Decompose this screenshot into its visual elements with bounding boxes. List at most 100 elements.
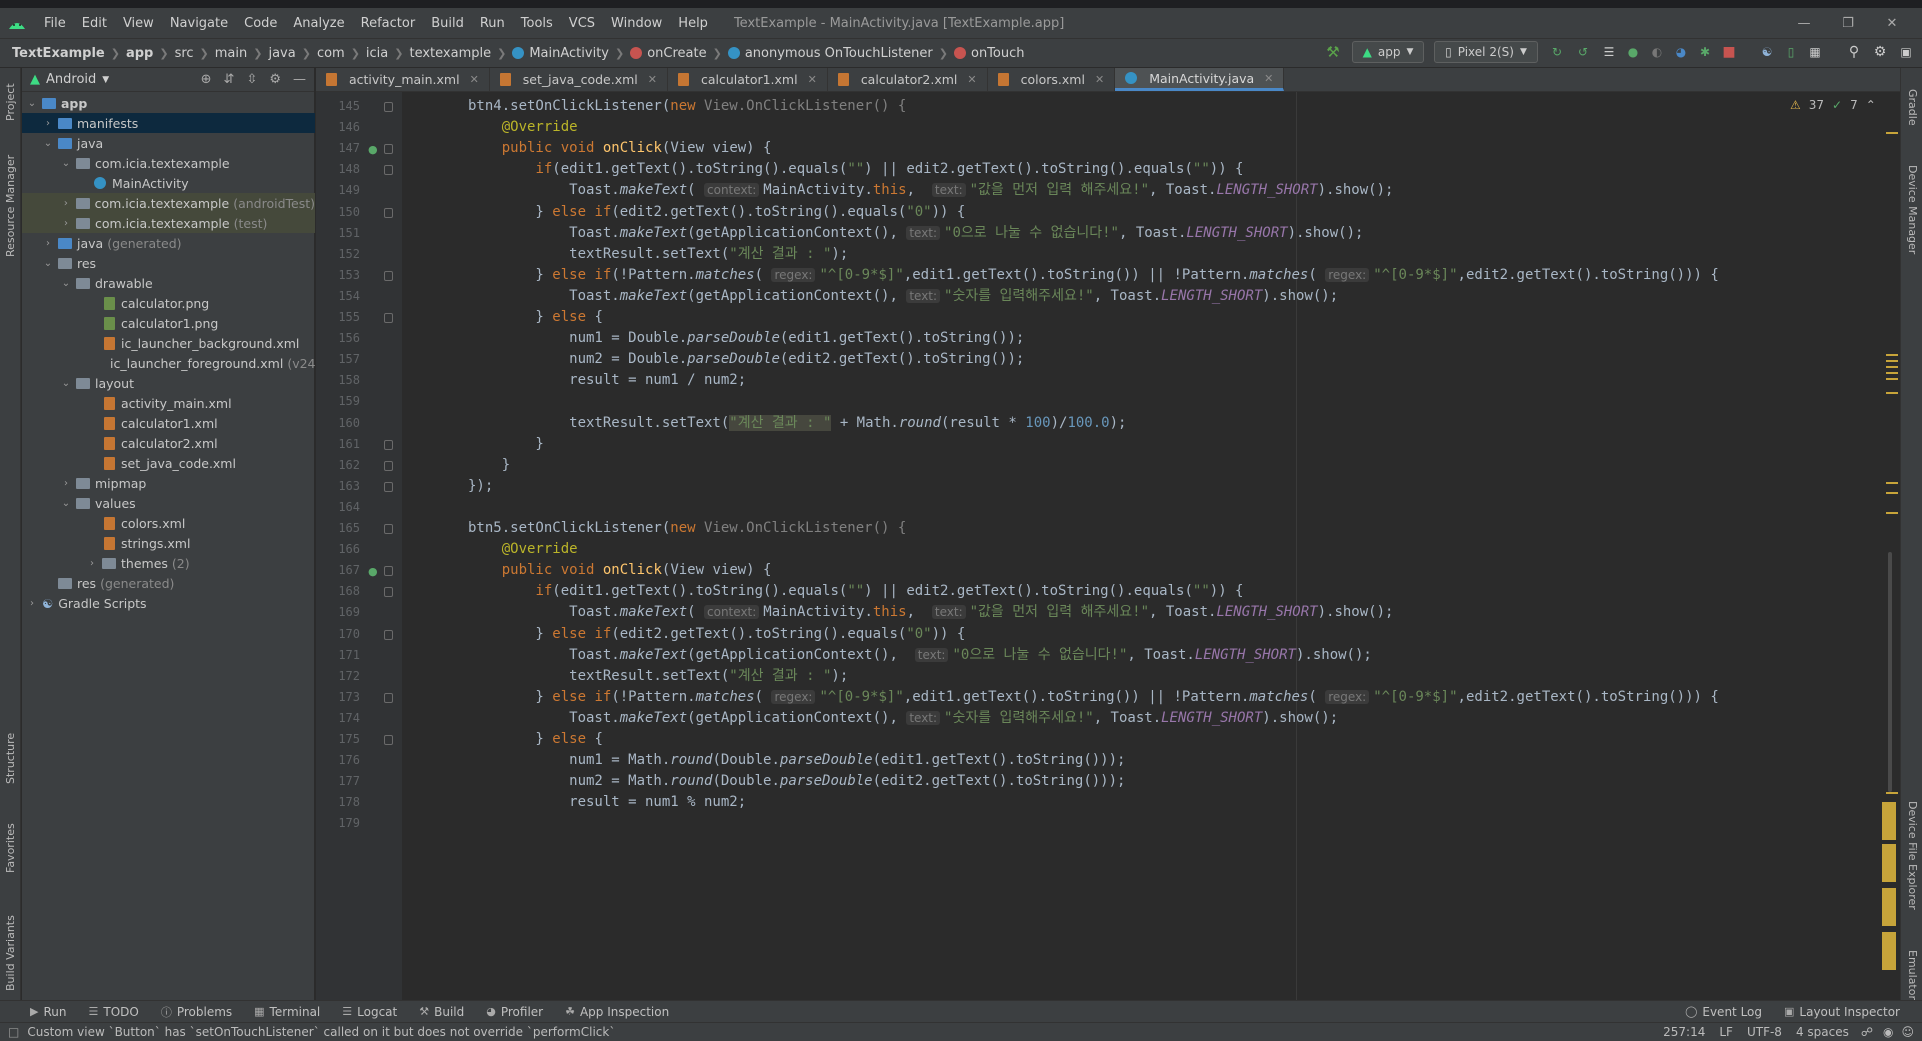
- tool-window-favorites[interactable]: Favorites: [0, 808, 21, 888]
- line-number[interactable]: 167: [316, 563, 360, 577]
- tree-item-calculator1-png[interactable]: calculator1.png: [22, 313, 315, 333]
- locate-file-icon[interactable]: ⊕: [201, 72, 212, 87]
- menu-help[interactable]: Help: [670, 16, 716, 31]
- tool-profiler[interactable]: ◕ Profiler: [486, 1005, 543, 1019]
- line-number[interactable]: 172: [316, 669, 360, 683]
- line-number[interactable]: 165: [316, 521, 360, 535]
- line-number[interactable]: 173: [316, 690, 360, 704]
- code-line[interactable]: } else if(!Pattern.matches( regex: "^[0-9…: [468, 265, 1718, 286]
- tool-logcat[interactable]: ☰ Logcat: [342, 1005, 397, 1019]
- tree-item-mipmap[interactable]: › mipmap: [22, 473, 315, 493]
- line-number[interactable]: 169: [316, 605, 360, 619]
- menu-window[interactable]: Window: [603, 16, 670, 31]
- fold-marker-icon[interactable]: [384, 629, 393, 640]
- breadcrumb-mainactivity[interactable]: MainActivity ❯: [512, 46, 630, 61]
- tab-calculator1-xml[interactable]: calculator1.xml ✕: [668, 68, 828, 91]
- tree-item-res-generated[interactable]: res (generated): [22, 573, 315, 593]
- menu-view[interactable]: View: [115, 16, 162, 31]
- tree-item-strings-xml[interactable]: strings.xml: [22, 533, 315, 553]
- scroll-thumb-marker[interactable]: [1882, 888, 1896, 926]
- code-line[interactable]: num1 = Double.parseDouble(edit1.getText(…: [468, 328, 1024, 349]
- line-number[interactable]: 162: [316, 458, 360, 472]
- tool-app-inspection[interactable]: ☘ App Inspection: [565, 1005, 669, 1019]
- menu-refactor[interactable]: Refactor: [353, 16, 424, 31]
- profile-icon[interactable]: ◕: [1670, 41, 1692, 63]
- menu-file[interactable]: File: [36, 16, 74, 31]
- inspection-widget[interactable]: ⚠37 ✓7 ⌃ ⌄: [1790, 98, 1894, 112]
- code-line[interactable]: Toast.makeText(getApplicationContext(), …: [468, 223, 1363, 244]
- code-line[interactable]: textResult.setText("계산 결과 : " + Math.rou…: [468, 413, 1126, 434]
- warning-marker[interactable]: [1886, 354, 1898, 356]
- avd-manager-icon[interactable]: ▯: [1780, 41, 1802, 63]
- status-message[interactable]: Custom view `Button` has `setOnTouchList…: [27, 1025, 615, 1039]
- line-number[interactable]: 174: [316, 711, 360, 725]
- code-line[interactable]: btn4.setOnClickListener(new View.OnClick…: [468, 96, 906, 117]
- tab-colors-xml[interactable]: colors.xml ✕: [988, 68, 1116, 91]
- line-number[interactable]: 148: [316, 162, 360, 176]
- restore-icon[interactable]: ❐: [1826, 8, 1870, 38]
- gear-icon[interactable]: ⚙: [269, 72, 281, 87]
- tree-item-themes[interactable]: › themes (2): [22, 553, 315, 573]
- warning-marker[interactable]: [1886, 372, 1898, 374]
- fold-marker-icon[interactable]: [384, 692, 393, 703]
- warning-marker[interactable]: [1886, 360, 1898, 362]
- tree-item-calculator-png[interactable]: calculator.png: [22, 293, 315, 313]
- code-line[interactable]: @Override: [468, 539, 578, 560]
- code-editor[interactable]: btn4.setOnClickListener(new View.OnClick…: [402, 92, 1888, 1000]
- tree-item-package-test[interactable]: › com.icia.textexample (test): [22, 213, 315, 233]
- override-gutter-icon[interactable]: ●: [368, 565, 378, 578]
- tree-item-activity-main-xml[interactable]: activity_main.xml: [22, 393, 315, 413]
- menu-run[interactable]: Run: [472, 16, 513, 31]
- tree-item-res[interactable]: ⌄ res: [22, 253, 315, 273]
- line-separator[interactable]: LF: [1719, 1025, 1733, 1039]
- fold-marker-icon[interactable]: [384, 102, 393, 112]
- code-line[interactable]: Toast.makeText(getApplicationContext(), …: [468, 645, 1372, 666]
- line-number[interactable]: 163: [316, 479, 360, 493]
- code-with-me-icon[interactable]: ▣: [1895, 41, 1917, 63]
- tab-mainactivity-java[interactable]: MainActivity.java ✕: [1115, 68, 1285, 91]
- menu-build[interactable]: Build: [423, 16, 472, 31]
- tool-window-device-file-explorer[interactable]: Device File Explorer: [1902, 780, 1922, 930]
- breadcrumb-project[interactable]: TextExample ❯: [12, 46, 126, 61]
- close-tab-icon[interactable]: ✕: [470, 73, 479, 86]
- close-tab-icon[interactable]: ✕: [648, 73, 657, 86]
- code-line[interactable]: textResult.setText("계산 결과 : ");: [468, 666, 848, 687]
- tree-item-app[interactable]: ⌄ app: [22, 93, 315, 113]
- tree-item-ic-launcher-background[interactable]: ic_launcher_background.xml: [22, 333, 315, 353]
- code-line[interactable]: }: [468, 455, 510, 476]
- fold-marker-icon[interactable]: [384, 524, 393, 534]
- code-line[interactable]: Toast.makeText( context: MainActivity.thi…: [468, 602, 1393, 623]
- minimize-icon[interactable]: —: [1782, 8, 1826, 38]
- code-line[interactable]: public void onClick(View view) {: [468, 138, 772, 159]
- tree-item-colors-xml[interactable]: colors.xml: [22, 513, 315, 533]
- indent-setting[interactable]: 4 spaces: [1796, 1025, 1849, 1039]
- sdk-manager-icon[interactable]: ▦: [1804, 41, 1826, 63]
- code-line[interactable]: });: [468, 476, 493, 497]
- code-line[interactable]: Toast.makeText(getApplicationContext(), …: [468, 708, 1338, 729]
- breadcrumb-oncreate[interactable]: onCreate ❯: [630, 46, 728, 61]
- menu-vcs[interactable]: VCS: [561, 16, 603, 31]
- breadcrumb-src[interactable]: src ❯: [175, 46, 215, 61]
- tree-item-ic-launcher-foreground[interactable]: ic_launcher_foreground.xml (v24): [22, 353, 320, 373]
- apply-code-changes-icon[interactable]: ↺: [1572, 41, 1594, 63]
- close-tab-icon[interactable]: ✕: [1264, 72, 1273, 85]
- close-icon[interactable]: ✕: [1870, 8, 1914, 38]
- line-number[interactable]: 153: [316, 268, 360, 282]
- close-tab-icon[interactable]: ✕: [967, 73, 976, 86]
- apply-changes-icon[interactable]: ↻: [1546, 41, 1568, 63]
- code-line[interactable]: } else if(edit2.getText().toString().equ…: [468, 202, 965, 223]
- line-number[interactable]: 154: [316, 289, 360, 303]
- fold-marker-icon[interactable]: [384, 207, 393, 218]
- collapse-all-icon[interactable]: ⇳: [246, 72, 257, 87]
- fold-marker-icon[interactable]: [384, 439, 393, 450]
- line-number[interactable]: 175: [316, 732, 360, 746]
- breadcrumb-ontouch[interactable]: onTouch: [953, 46, 1025, 61]
- code-line[interactable]: public void onClick(View view) {: [468, 560, 772, 581]
- code-line[interactable]: } else if(edit2.getText().toString().equ…: [468, 624, 965, 645]
- code-line[interactable]: Toast.makeText(getApplicationContext(), …: [468, 286, 1338, 307]
- line-number[interactable]: 161: [316, 437, 360, 451]
- code-line[interactable]: if(edit1.getText().toString().equals("")…: [468, 159, 1243, 180]
- tree-item-package-androidtest[interactable]: › com.icia.textexample (androidTest): [22, 193, 315, 213]
- tool-problems[interactable]: ⓘ Problems: [161, 1004, 232, 1020]
- code-line[interactable]: } else if(!Pattern.matches( regex: "^[0-9…: [468, 687, 1718, 708]
